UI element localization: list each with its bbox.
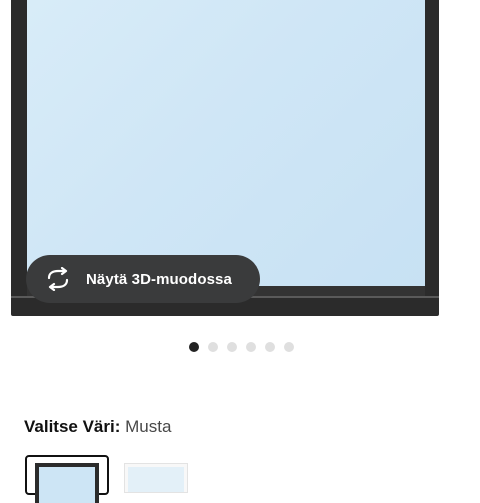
carousel-dot-5[interactable] — [264, 342, 275, 352]
mirror-glass — [27, 0, 425, 296]
color-swatch-black[interactable] — [25, 455, 109, 503]
carousel-dots — [0, 342, 480, 352]
carousel-dot-6[interactable] — [283, 342, 294, 352]
carousel-dot-2[interactable] — [207, 342, 218, 352]
color-swatch-white[interactable] — [124, 463, 188, 493]
product-image[interactable]: Näytä 3D-muodossa — [0, 0, 480, 330]
color-selected-value: Musta — [125, 417, 172, 436]
carousel-dot-4[interactable] — [245, 342, 256, 352]
carousel-dot-1[interactable] — [188, 342, 199, 352]
view-3d-button[interactable]: Näytä 3D-muodossa — [26, 255, 260, 303]
view-3d-label: Näytä 3D-muodossa — [86, 270, 232, 288]
rotate-3d-icon — [47, 267, 69, 291]
carousel-dot-3[interactable] — [226, 342, 237, 352]
color-selector-heading: Valitse Väri: Musta — [24, 417, 171, 437]
swatch-thumbnail — [35, 463, 99, 503]
color-heading-label: Valitse Väri: — [24, 417, 121, 436]
swatch-glass — [39, 467, 95, 503]
